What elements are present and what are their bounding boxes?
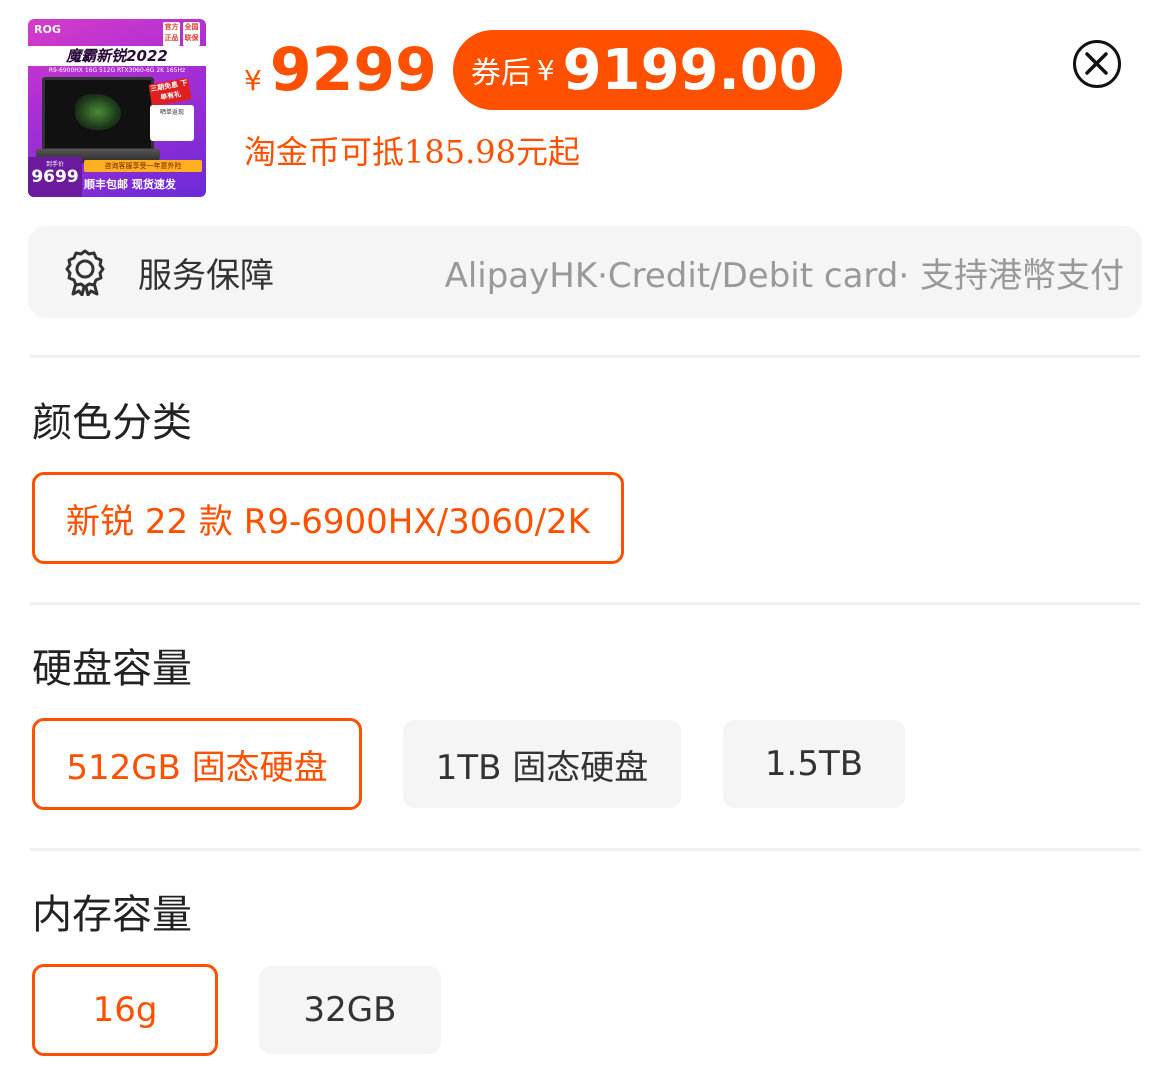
currency-symbol: ¥ (244, 64, 262, 97)
service-description: AlipayHK·Credit/Debit card· 支持港幣支付 (444, 255, 1124, 296)
option-memory-32gb[interactable]: 32GB (259, 966, 441, 1054)
divider (30, 355, 1140, 358)
option-color-r9[interactable]: 新锐 22 款 R9-6900HX/3060/2K (32, 472, 624, 564)
option-storage-1-5tb[interactable]: 1.5TB (723, 720, 905, 808)
thumb-price-box: 到手价 9699 (28, 157, 82, 197)
divider (30, 848, 1140, 851)
close-button[interactable] (1073, 40, 1121, 88)
option-memory-16g[interactable]: 16g (32, 964, 218, 1056)
product-thumbnail[interactable]: ROG 官方正品 全国联保 魔霸新锐2022 R9-6900HX 16G 512… (28, 19, 206, 197)
divider (30, 602, 1140, 605)
thumb-spec: R9-6900HX 16G 512G RTX3060-6G 2K 165Hz (48, 67, 186, 74)
badge-icon (65, 249, 105, 296)
section-title-storage: 硬盘容量 (32, 646, 192, 692)
thumb-promo: 三期免息 下单有礼 (148, 77, 192, 107)
laptop-image (42, 77, 154, 151)
thumb-sub-card: 晒单返现 (150, 105, 194, 141)
service-title: 服务保障 (138, 255, 274, 296)
coin-deduction-text: 淘金币可抵185.98元起 (244, 133, 580, 171)
coupon-currency: ¥ (536, 53, 555, 87)
close-icon (1085, 52, 1108, 75)
original-price: ¥ 9299 (244, 35, 437, 105)
thumb-price: 9699 (31, 167, 79, 187)
thumb-title: 魔霸新锐2022 (28, 46, 206, 66)
section-title-color: 颜色分类 (32, 400, 192, 446)
option-storage-1tb[interactable]: 1TB 固态硬盘 (403, 720, 681, 808)
service-guarantee-row[interactable]: 服务保障 AlipayHK·Credit/Debit card· 支持港幣支付 (28, 226, 1142, 318)
section-title-memory: 内存容量 (32, 892, 192, 938)
thumb-badges: 官方正品 全国联保 (163, 22, 200, 46)
coupon-price-value: 9199.00 (562, 37, 818, 103)
coupon-label: 券后 (470, 56, 531, 91)
thumb-note: 咨询客服享受一年意外险 (84, 160, 202, 172)
price-row: ¥ 9299 券后 ¥ 9199.00 (244, 30, 842, 110)
thumb-badge: 全国联保 (183, 22, 200, 46)
coupon-price-badge: 券后 ¥ 9199.00 (452, 30, 842, 110)
original-price-value: 9299 (269, 35, 437, 105)
thumb-brand: ROG (34, 23, 61, 36)
option-storage-512gb[interactable]: 512GB 固态硬盘 (32, 718, 362, 810)
thumb-shipping: 顺丰包邮 现货速发 (84, 178, 176, 191)
thumb-badge: 官方正品 (163, 22, 180, 46)
